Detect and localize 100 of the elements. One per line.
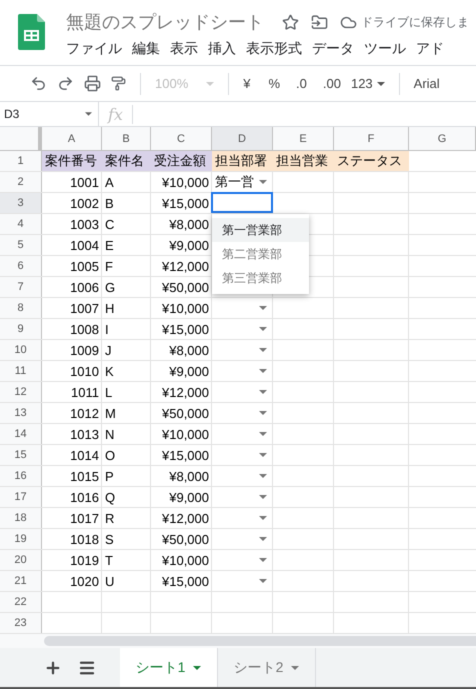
- table-cell-text: 1003: [69, 216, 100, 234]
- increase-decimal-button[interactable]: .00: [322, 76, 341, 91]
- save-status[interactable]: ドライブに保存しま: [361, 14, 469, 30]
- column-header[interactable]: G: [409, 127, 476, 150]
- currency-button[interactable]: ¥: [243, 76, 250, 91]
- table-cell-text: L: [104, 384, 114, 402]
- row-header[interactable]: 16: [0, 466, 42, 486]
- table-cell-text: Q: [104, 488, 116, 506]
- table-cell-text: C: [104, 216, 116, 234]
- table-cell-text: 1010: [69, 362, 100, 380]
- redo-icon[interactable]: [57, 75, 74, 92]
- column-header[interactable]: E: [273, 127, 334, 150]
- row-header[interactable]: 1: [0, 151, 42, 171]
- dropdown-arrow-icon[interactable]: [259, 180, 267, 184]
- row-header[interactable]: 4: [0, 214, 42, 234]
- row-header[interactable]: 17: [0, 487, 42, 507]
- dropdown-arrow-icon[interactable]: [259, 327, 267, 331]
- row-header[interactable]: 7: [0, 277, 42, 297]
- dropdown-arrow-icon[interactable]: [259, 432, 267, 436]
- number-format-select[interactable]: 123: [350, 76, 385, 91]
- dropdown-arrow-icon[interactable]: [259, 306, 267, 310]
- row-header[interactable]: 11: [0, 361, 42, 381]
- menu-item[interactable]: ファイル: [66, 40, 122, 58]
- paint-format-icon[interactable]: [111, 76, 126, 91]
- row-header[interactable]: 13: [0, 403, 42, 423]
- dropdown-arrow-icon[interactable]: [259, 453, 267, 457]
- column-header[interactable]: D: [212, 127, 273, 150]
- star-icon[interactable]: [282, 14, 299, 30]
- dropdown-arrow-icon[interactable]: [259, 579, 267, 583]
- row-header[interactable]: 23: [0, 613, 42, 633]
- folder-icon[interactable]: [311, 14, 328, 30]
- table-cell-text: ¥9,000: [168, 236, 210, 254]
- dropdown-arrow-icon[interactable]: [259, 411, 267, 415]
- dropdown-arrow-icon[interactable]: [259, 558, 267, 562]
- row-header[interactable]: 22: [0, 592, 42, 612]
- sheets-logo[interactable]: [18, 14, 45, 50]
- row-header[interactable]: 9: [0, 319, 42, 339]
- menu-item[interactable]: 表示: [170, 40, 198, 58]
- dropdown-arrow-icon[interactable]: [291, 666, 300, 670]
- table-cell-text: H: [104, 300, 116, 318]
- dropdown-arrow-icon[interactable]: [193, 666, 202, 670]
- table-cell: ステータス: [334, 151, 409, 171]
- dropdown-arrow-icon[interactable]: [259, 474, 267, 478]
- dropdown-arrow-icon[interactable]: [259, 537, 267, 541]
- column-header[interactable]: A: [42, 127, 102, 150]
- table-cell-text: K: [104, 362, 115, 380]
- table-cell-text: J: [104, 342, 112, 360]
- row-header[interactable]: 5: [0, 235, 42, 255]
- row-header[interactable]: 15: [0, 445, 42, 465]
- table-cell-text: ¥8,000: [168, 468, 210, 486]
- row-header[interactable]: 20: [0, 550, 42, 570]
- table-cell-text: N: [104, 426, 116, 444]
- active-cell[interactable]: [211, 192, 273, 213]
- document-title[interactable]: 無題のスプレッドシート: [66, 10, 264, 34]
- row-header[interactable]: 2: [0, 172, 42, 192]
- menu-option[interactable]: 第一営業部: [212, 218, 309, 242]
- menu-option[interactable]: 第二営業部: [212, 242, 309, 266]
- table-cell-text: ¥8,000: [168, 216, 210, 234]
- print-icon[interactable]: [84, 75, 101, 92]
- table-cell-text: ¥12,000: [161, 384, 210, 402]
- row-header[interactable]: 10: [0, 340, 42, 360]
- dropdown-arrow-icon[interactable]: [259, 390, 267, 394]
- table-cell-text: 1012: [69, 404, 100, 422]
- font-select[interactable]: Arial: [414, 76, 440, 91]
- row-header[interactable]: 12: [0, 382, 42, 402]
- column-header[interactable]: C: [151, 127, 212, 150]
- menu-item[interactable]: データ: [312, 40, 354, 58]
- decrease-decimal-button[interactable]: .0: [296, 76, 307, 91]
- dropdown-arrow-icon[interactable]: [376, 82, 385, 86]
- column-header[interactable]: B: [102, 127, 151, 150]
- row-header[interactable]: 18: [0, 508, 42, 528]
- table-cell-text: G: [104, 278, 116, 296]
- table-cell: 受注金額: [151, 151, 212, 171]
- menu-item[interactable]: 挿入: [208, 40, 236, 58]
- menu-item[interactable]: 表示形式: [246, 40, 302, 58]
- table-cell: 担当営業: [273, 151, 334, 171]
- menu-option[interactable]: 第三営業部: [212, 266, 309, 290]
- row-header[interactable]: 8: [0, 298, 42, 318]
- undo-icon[interactable]: [30, 75, 47, 92]
- row-header[interactable]: 14: [0, 424, 42, 444]
- table-cell-text: ¥15,000: [161, 320, 210, 338]
- row-header[interactable]: 6: [0, 256, 42, 276]
- row-header[interactable]: 3: [0, 193, 42, 213]
- menu-item[interactable]: アド: [416, 40, 444, 58]
- menu-item[interactable]: 編集: [132, 40, 160, 58]
- percent-button[interactable]: %: [268, 76, 280, 91]
- table-cell-text: T: [104, 552, 114, 570]
- name-box[interactable]: D3: [0, 102, 99, 126]
- row-header[interactable]: 21: [0, 571, 42, 591]
- menu-item[interactable]: ツール: [364, 40, 406, 58]
- dropdown-arrow-icon[interactable]: [259, 369, 267, 373]
- row-header[interactable]: 19: [0, 529, 42, 549]
- column-header[interactable]: F: [334, 127, 409, 150]
- scrollbar-thumb[interactable]: [44, 636, 476, 646]
- sheet-tab[interactable]: シート1: [120, 648, 218, 687]
- table-cell-text: 1011: [70, 384, 100, 402]
- table-cell-text: ¥15,000: [161, 446, 210, 464]
- dropdown-arrow-icon[interactable]: [259, 495, 267, 499]
- dropdown-arrow-icon[interactable]: [259, 516, 267, 520]
- dropdown-arrow-icon[interactable]: [259, 348, 267, 352]
